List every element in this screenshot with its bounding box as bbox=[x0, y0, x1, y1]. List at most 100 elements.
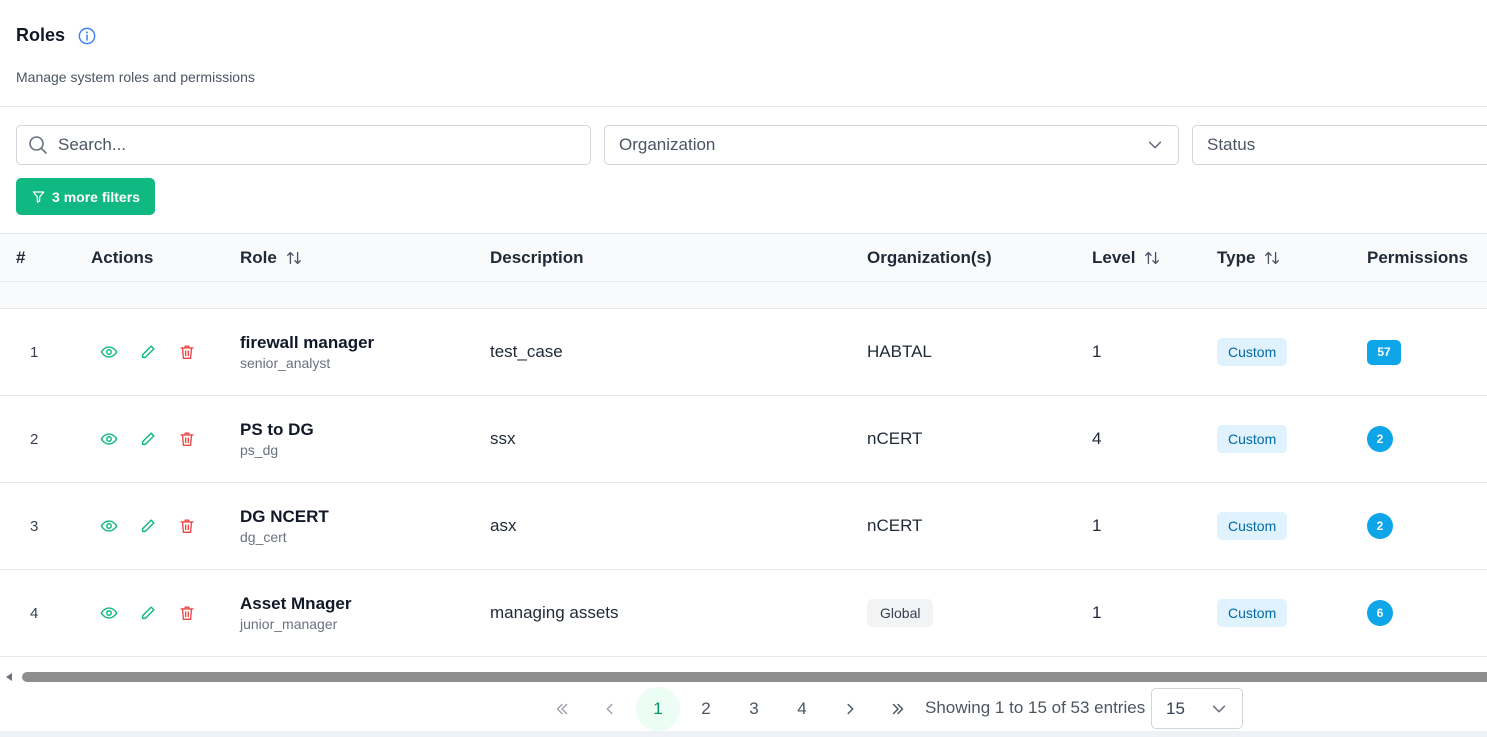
column-header-organizations: Organization(s) bbox=[867, 248, 992, 267]
column-header-num: # bbox=[16, 248, 26, 267]
table-row: 2 PS to DG ps_dg ssx nCERT 4 Custom 2 bbox=[0, 396, 1487, 483]
page-size-select[interactable]: 15 bbox=[1151, 688, 1243, 729]
type-badge: Custom bbox=[1217, 512, 1288, 540]
chevron-down-icon bbox=[1212, 705, 1226, 712]
double-chevron-left-icon bbox=[556, 703, 568, 715]
search-input[interactable] bbox=[58, 135, 558, 155]
column-header-description: Description bbox=[490, 248, 584, 267]
type-cell: Custom bbox=[1217, 483, 1288, 569]
table-row: 3 DG NCERT dg_cert asx nCERT 1 Custom 2 bbox=[0, 483, 1487, 570]
view-icon[interactable] bbox=[100, 517, 118, 535]
previous-page-button[interactable] bbox=[588, 687, 632, 731]
edit-icon[interactable] bbox=[139, 343, 157, 361]
chevron-left-icon bbox=[606, 703, 613, 715]
table-filter-row bbox=[0, 282, 1487, 309]
page-header: Roles Manage system roles and permission… bbox=[0, 0, 1487, 107]
delete-icon[interactable] bbox=[178, 430, 196, 448]
permissions-count-badge[interactable]: 2 bbox=[1367, 426, 1393, 452]
pagination-bar: 1 2 3 4 Showing 1 to 15 of 53 entries 15 bbox=[0, 685, 1487, 737]
role-name: firewall manager bbox=[240, 333, 375, 352]
scroll-left-arrow-icon[interactable] bbox=[6, 673, 12, 681]
next-page-button[interactable] bbox=[828, 687, 872, 731]
edit-icon[interactable] bbox=[139, 604, 157, 622]
permissions-cell: 57 bbox=[1367, 309, 1401, 395]
row-actions bbox=[100, 396, 196, 482]
column-header-level-label: Level bbox=[1092, 248, 1136, 267]
column-header-actions: Actions bbox=[91, 248, 154, 267]
view-icon[interactable] bbox=[100, 430, 118, 448]
page-size-value: 15 bbox=[1166, 698, 1185, 718]
scrollbar-thumb[interactable] bbox=[22, 672, 1487, 682]
role-description: managing assets bbox=[490, 603, 619, 622]
title-row: Roles bbox=[16, 25, 96, 46]
row-number: 4 bbox=[30, 604, 39, 622]
role-organization: HABTAL bbox=[867, 342, 932, 361]
row-number: 2 bbox=[30, 430, 39, 448]
column-header-type[interactable]: Type bbox=[1217, 234, 1281, 282]
double-chevron-right-icon bbox=[892, 703, 904, 715]
role-name: DG NCERT bbox=[240, 507, 329, 526]
role-cell: firewall manager senior_analyst bbox=[240, 309, 374, 395]
delete-icon[interactable] bbox=[178, 517, 196, 535]
status-select-placeholder: Status bbox=[1207, 135, 1256, 154]
row-actions bbox=[100, 570, 196, 656]
sort-icon[interactable] bbox=[1143, 249, 1161, 267]
type-cell: Custom bbox=[1217, 570, 1288, 656]
sort-icon[interactable] bbox=[1263, 249, 1281, 267]
page-button-4[interactable]: 4 bbox=[780, 687, 824, 731]
page-button-1[interactable]: 1 bbox=[636, 687, 680, 731]
type-cell: Custom bbox=[1217, 396, 1288, 482]
first-page-button[interactable] bbox=[540, 687, 584, 731]
edit-icon[interactable] bbox=[139, 430, 157, 448]
entries-summary: Showing 1 to 15 of 53 entries bbox=[925, 698, 1146, 717]
more-filters-button[interactable]: 3 more filters bbox=[16, 178, 155, 215]
role-level: 4 bbox=[1092, 429, 1102, 448]
view-icon[interactable] bbox=[100, 604, 118, 622]
last-page-button[interactable] bbox=[876, 687, 920, 731]
column-header-type-label: Type bbox=[1217, 248, 1256, 267]
horizontal-scrollbar[interactable] bbox=[0, 669, 1487, 685]
organization-select[interactable]: Organization bbox=[604, 125, 1179, 165]
pagination-bottom-edge bbox=[0, 731, 1487, 737]
permissions-count-badge[interactable]: 2 bbox=[1367, 513, 1393, 539]
row-number: 1 bbox=[30, 343, 39, 361]
role-organization: nCERT bbox=[867, 516, 923, 535]
column-header-level[interactable]: Level bbox=[1092, 234, 1161, 282]
table-row: 4 Asset Mnager junior_manager managing a… bbox=[0, 570, 1487, 657]
filter-icon bbox=[32, 191, 45, 203]
row-number: 3 bbox=[30, 517, 39, 535]
page-button-3[interactable]: 3 bbox=[732, 687, 776, 731]
info-icon[interactable] bbox=[78, 27, 96, 45]
role-organization: nCERT bbox=[867, 429, 923, 448]
row-actions bbox=[100, 483, 196, 569]
column-header-role[interactable]: Role bbox=[240, 234, 303, 282]
chevron-down-icon bbox=[1146, 136, 1164, 154]
permissions-cell: 6 bbox=[1367, 570, 1393, 656]
role-code: dg_cert bbox=[240, 529, 287, 545]
page-button-2[interactable]: 2 bbox=[684, 687, 728, 731]
column-header-role-label: Role bbox=[240, 248, 277, 267]
page-subtitle: Manage system roles and permissions bbox=[16, 69, 255, 85]
role-level: 1 bbox=[1092, 342, 1102, 361]
delete-icon[interactable] bbox=[178, 604, 196, 622]
column-header-permissions: Permissions bbox=[1367, 248, 1469, 267]
role-cell: PS to DG ps_dg bbox=[240, 396, 314, 482]
permissions-count-badge[interactable]: 57 bbox=[1367, 339, 1401, 365]
search-box[interactable] bbox=[16, 125, 591, 165]
sort-icon[interactable] bbox=[285, 249, 303, 267]
delete-icon[interactable] bbox=[178, 343, 196, 361]
edit-icon[interactable] bbox=[139, 517, 157, 535]
permissions-count-badge[interactable]: 6 bbox=[1367, 600, 1393, 626]
search-icon bbox=[28, 135, 48, 155]
role-level: 1 bbox=[1092, 603, 1102, 622]
view-icon[interactable] bbox=[100, 343, 118, 361]
role-cell: Asset Mnager junior_manager bbox=[240, 570, 351, 656]
type-badge: Custom bbox=[1217, 338, 1288, 366]
role-name: PS to DG bbox=[240, 420, 314, 439]
organization-badge: Global bbox=[867, 599, 934, 627]
role-description: ssx bbox=[490, 429, 516, 448]
status-select[interactable]: Status bbox=[1192, 125, 1487, 165]
role-level: 1 bbox=[1092, 516, 1102, 535]
type-badge: Custom bbox=[1217, 599, 1288, 627]
role-name: Asset Mnager bbox=[240, 594, 352, 613]
